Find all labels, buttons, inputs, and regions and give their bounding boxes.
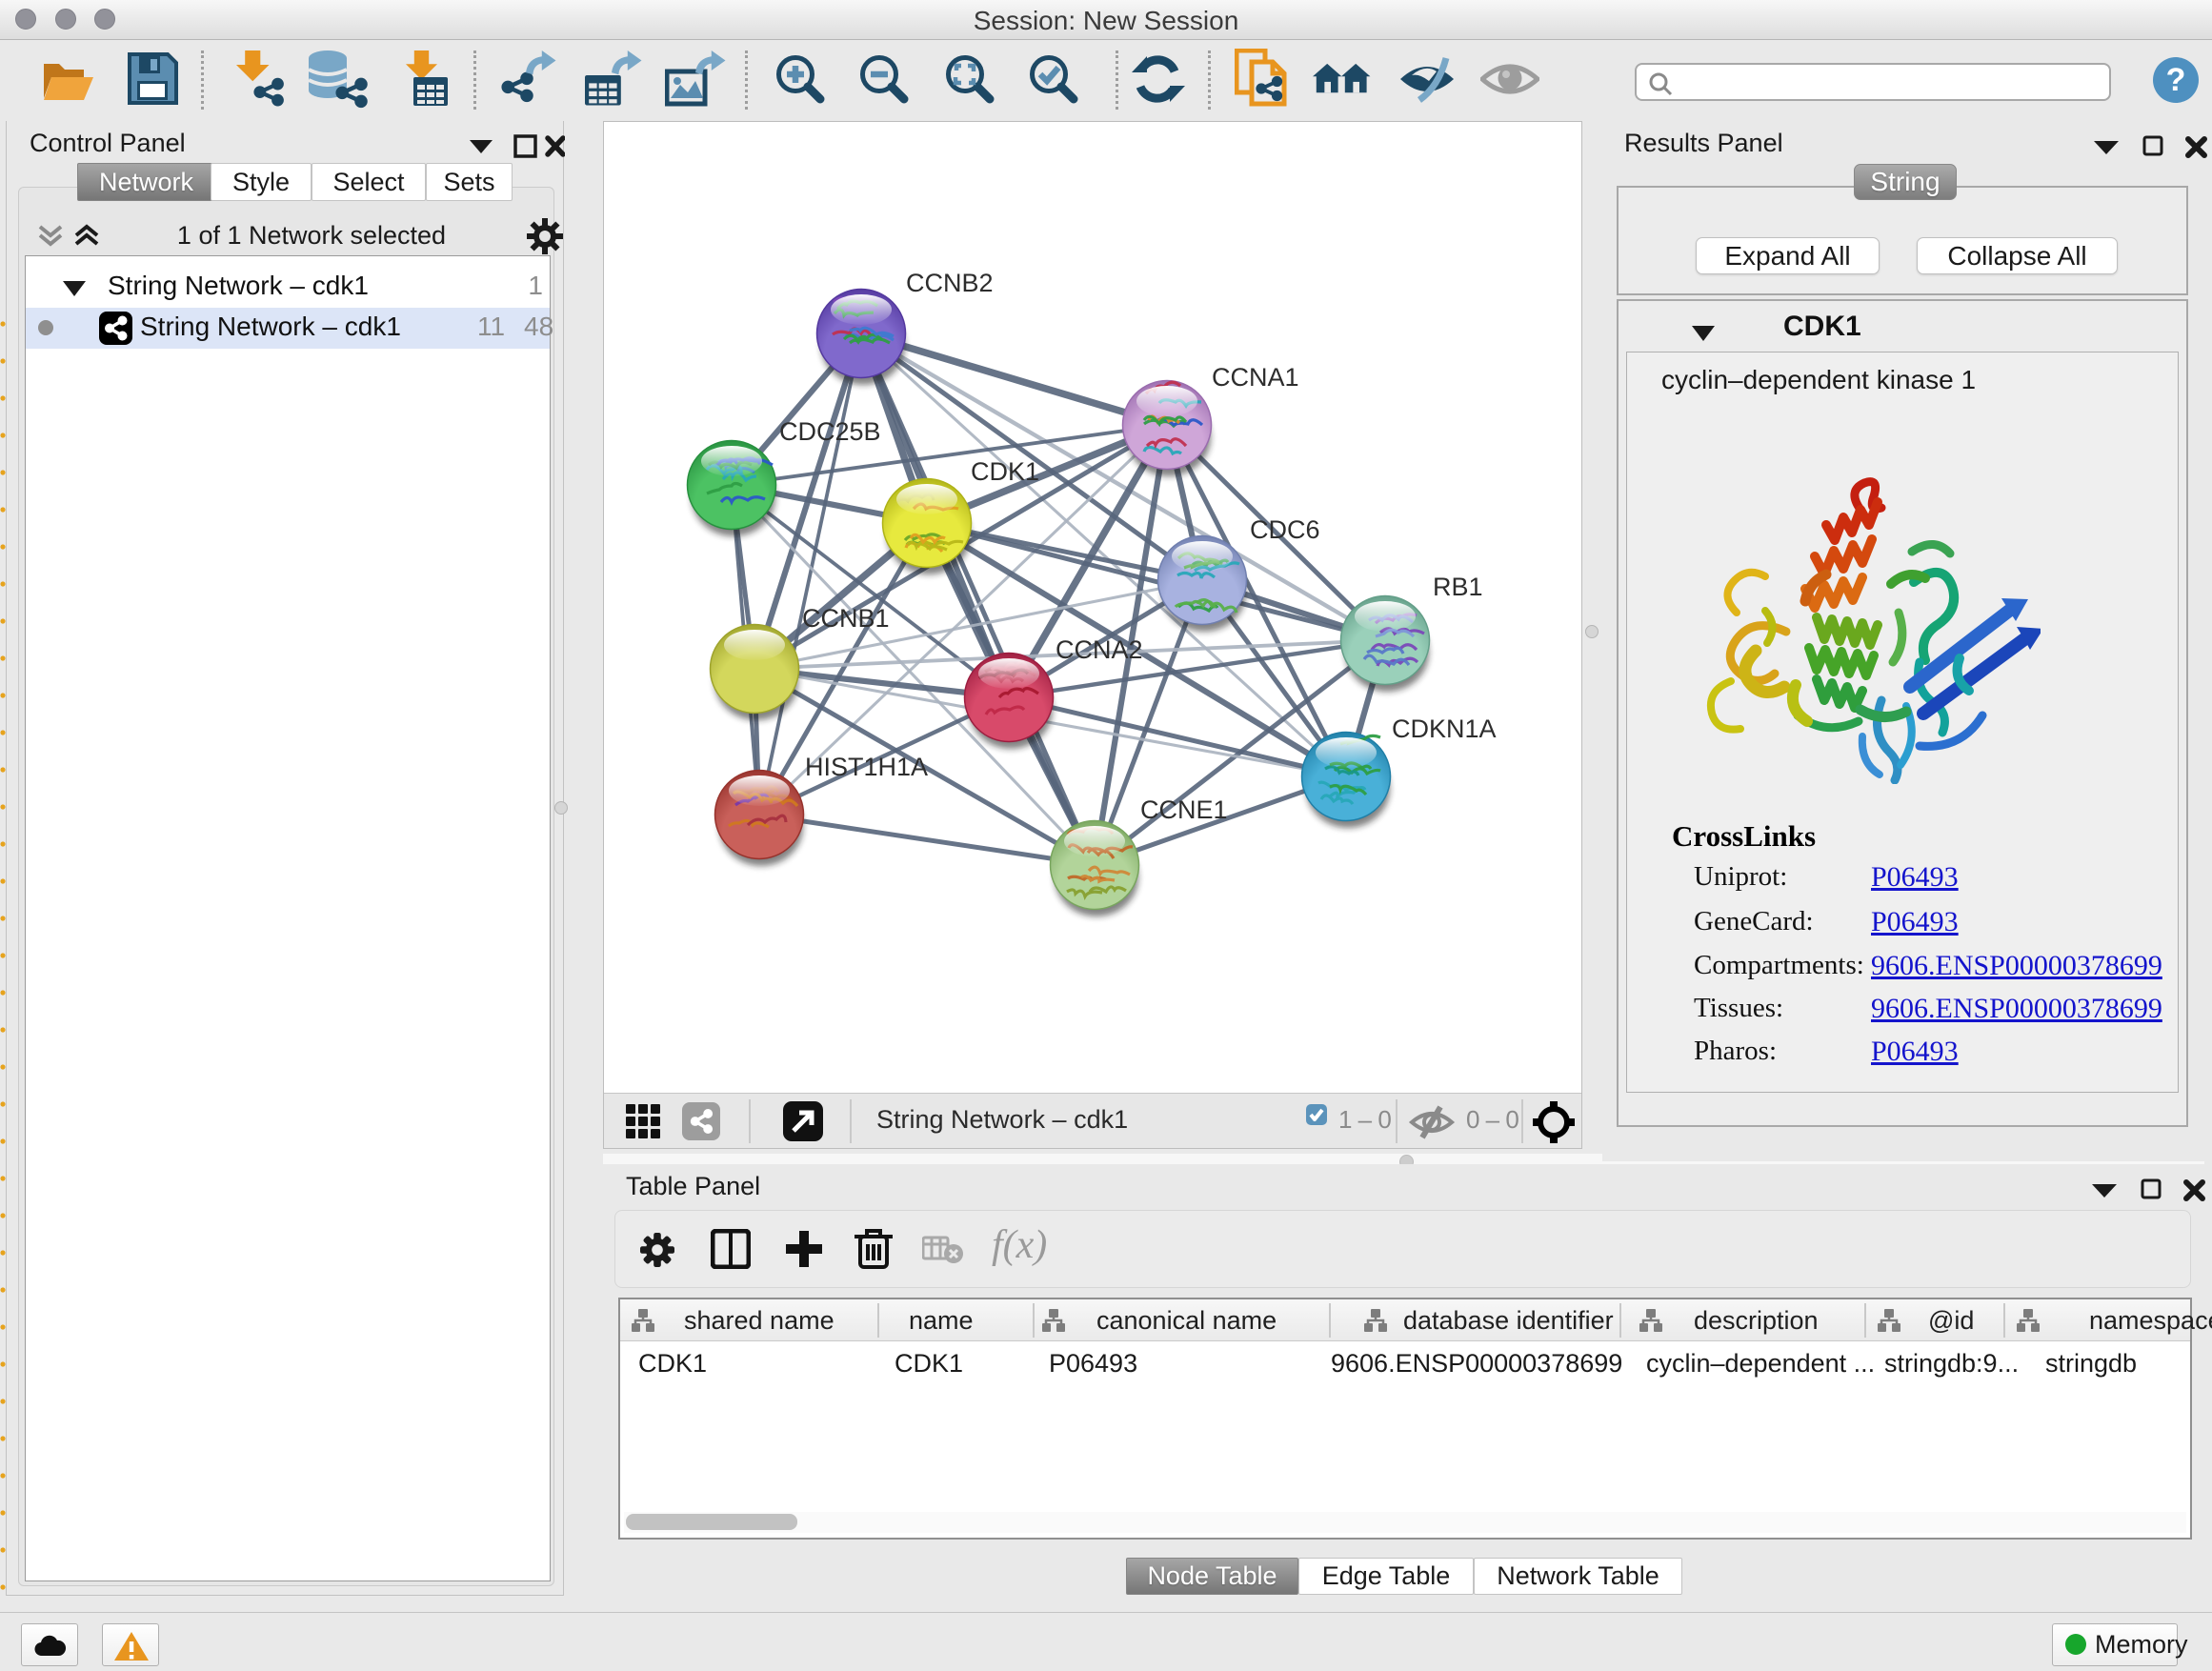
svg-text:CDC25B: CDC25B (779, 417, 881, 446)
svg-text:HIST1H1A: HIST1H1A (805, 753, 928, 781)
svg-text:CCNB2: CCNB2 (906, 269, 994, 297)
svg-text:CCNB1: CCNB1 (802, 604, 890, 633)
svg-text:CCNE1: CCNE1 (1140, 795, 1228, 824)
svg-text:?: ? (2166, 62, 2186, 98)
svg-text:CDC6: CDC6 (1250, 515, 1320, 544)
svg-text:CCNA1: CCNA1 (1212, 363, 1299, 392)
svg-text:RB1: RB1 (1433, 573, 1483, 601)
svg-text:CCNA2: CCNA2 (1056, 635, 1143, 664)
svg-text:CDKN1A: CDKN1A (1392, 715, 1497, 743)
svg-text:CDK1: CDK1 (971, 457, 1039, 486)
